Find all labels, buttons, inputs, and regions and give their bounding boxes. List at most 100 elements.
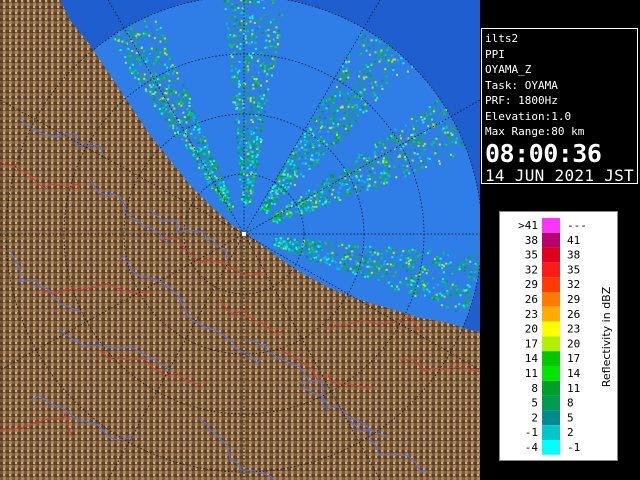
echo-pixel xyxy=(404,175,407,178)
echo-pixel xyxy=(250,110,253,113)
echo-pixel xyxy=(423,117,426,120)
legend-low-label: 20 xyxy=(525,323,538,336)
echo-pixel xyxy=(129,66,132,69)
legend-low-label: 32 xyxy=(525,263,538,276)
echo-pixel xyxy=(383,170,385,173)
echo-pixel xyxy=(323,138,326,141)
echo-pixel xyxy=(438,114,441,117)
echo-pixel xyxy=(289,179,292,182)
echo-pixel xyxy=(145,26,148,29)
echo-pixel xyxy=(442,265,445,268)
echo-pixel xyxy=(282,190,285,192)
echo-pixel xyxy=(295,210,298,213)
echo-pixel xyxy=(393,140,395,143)
echo-pixel xyxy=(363,68,366,71)
echo-pixel xyxy=(240,160,243,163)
echo-pixel xyxy=(274,38,277,40)
echo-pixel xyxy=(310,240,313,242)
echo-pixel xyxy=(318,154,321,157)
echo-pixel xyxy=(400,254,403,257)
echo-pixel xyxy=(222,181,225,184)
echo-pixel xyxy=(410,256,413,259)
echo-pixel xyxy=(383,263,385,266)
echo-pixel xyxy=(139,59,141,62)
echo-pixel xyxy=(443,278,446,281)
echo-pixel xyxy=(159,26,162,29)
echo-pixel xyxy=(433,258,436,261)
echo-pixel xyxy=(435,293,438,296)
echo-pixel xyxy=(253,101,256,104)
echo-pixel xyxy=(438,264,441,267)
echo-pixel xyxy=(410,118,413,120)
echo-pixel xyxy=(119,49,122,52)
echo-pixel xyxy=(135,52,138,55)
echo-pixel xyxy=(260,52,263,55)
echo-pixel xyxy=(446,131,449,134)
echo-pixel xyxy=(380,85,383,88)
legend-scale: >41 ---38 4135 3832 3529 3226 2923 2620 2317 2014… xyxy=(518,218,613,455)
echo-pixel xyxy=(332,102,335,104)
echo-pixel xyxy=(251,160,254,163)
echo-pixel xyxy=(366,188,369,191)
echo-pixel xyxy=(414,292,417,295)
echo-pixel xyxy=(307,164,310,167)
echo-pixel xyxy=(368,257,371,260)
echo-pixel xyxy=(137,78,140,81)
echo-pixel xyxy=(251,155,254,158)
echo-pixel xyxy=(308,248,311,251)
echo-pixel xyxy=(313,159,316,162)
echo-pixel xyxy=(416,125,419,128)
echo-pixel xyxy=(359,91,362,94)
echo-pixel xyxy=(337,137,340,139)
echo-pixel xyxy=(305,208,308,211)
echo-pixel xyxy=(336,253,339,256)
echo-pixel xyxy=(364,108,367,111)
echo-pixel xyxy=(209,180,212,183)
echo-pixel xyxy=(386,173,389,176)
echo-pixel xyxy=(347,72,349,75)
echo-pixel xyxy=(230,45,232,48)
echo-pixel xyxy=(468,256,471,259)
echo-pixel xyxy=(466,300,469,303)
echo-pixel xyxy=(249,189,252,192)
echo-pixel xyxy=(446,306,449,309)
echo-pixel xyxy=(341,73,344,76)
echo-pixel xyxy=(171,72,174,75)
echo-pixel xyxy=(286,173,289,176)
echo-pixel xyxy=(265,199,267,201)
echo-pixel xyxy=(450,137,453,140)
echo-pixel xyxy=(183,89,186,92)
echo-pixel xyxy=(165,40,168,43)
echo-pixel xyxy=(251,151,254,154)
echo-pixel xyxy=(375,84,378,87)
legend-color-swatch xyxy=(542,218,560,233)
echo-pixel xyxy=(137,72,139,75)
echo-pixel xyxy=(474,270,477,273)
echo-pixel xyxy=(423,268,426,271)
echo-pixel xyxy=(377,252,380,255)
legend-high-label: --- xyxy=(567,219,587,232)
echo-pixel xyxy=(332,120,335,123)
echo-pixel xyxy=(315,250,318,253)
echo-pixel xyxy=(351,250,354,253)
echo-pixel xyxy=(286,188,289,191)
echo-pixel xyxy=(234,121,237,123)
echo-pixel xyxy=(378,60,381,63)
echo-pixel xyxy=(454,127,457,130)
echo-pixel xyxy=(345,168,348,170)
echo-pixel xyxy=(282,247,285,250)
echo-pixel xyxy=(168,84,171,87)
echo-pixel xyxy=(305,140,308,143)
echo-pixel xyxy=(320,142,323,145)
echo-pixel xyxy=(346,181,349,184)
echo-pixel xyxy=(232,43,235,46)
echo-pixel xyxy=(353,269,356,272)
echo-pixel xyxy=(376,54,379,57)
echo-pixel xyxy=(327,105,329,108)
echo-pixel xyxy=(184,129,187,132)
echo-pixel xyxy=(246,185,249,188)
echo-pixel xyxy=(332,126,335,128)
echo-pixel xyxy=(153,69,156,72)
echo-pixel xyxy=(248,185,251,188)
echo-pixel xyxy=(263,206,266,209)
